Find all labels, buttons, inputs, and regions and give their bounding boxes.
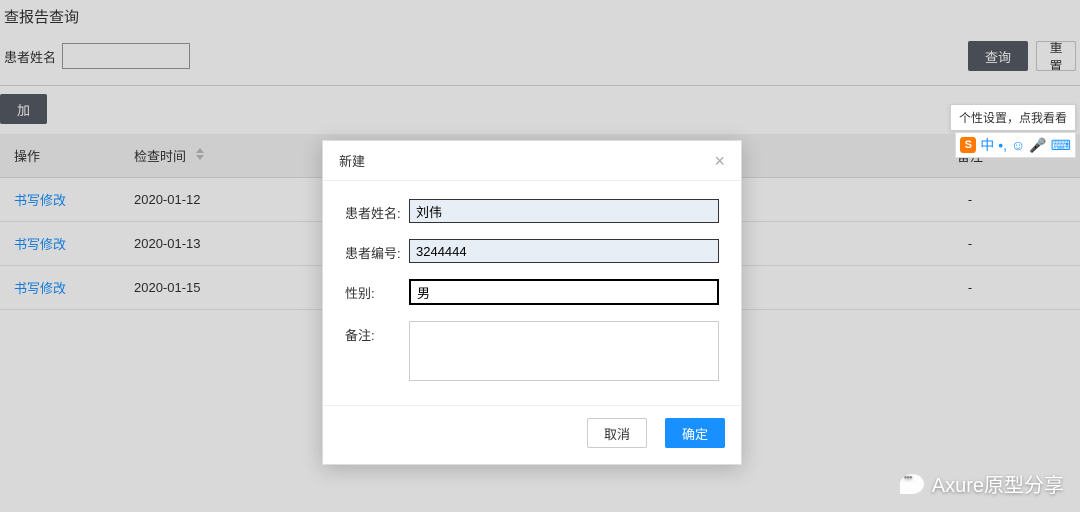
gender-input[interactable] <box>409 279 719 305</box>
emoji-icon[interactable]: ☺ <box>1011 137 1025 153</box>
modal-title: 新建 <box>339 151 365 170</box>
note-textarea[interactable] <box>409 321 719 381</box>
no-label: 患者编号: <box>345 239 409 262</box>
mic-icon[interactable]: 🎤 <box>1029 137 1046 154</box>
gender-label: 性别: <box>345 279 409 302</box>
close-icon[interactable]: × <box>714 152 725 170</box>
ok-button[interactable]: 确定 <box>665 418 725 448</box>
sogou-icon[interactable]: S <box>960 137 976 153</box>
cancel-button[interactable]: 取消 <box>587 418 647 448</box>
name-input[interactable] <box>409 199 719 223</box>
ime-lang[interactable]: 中 <box>980 135 994 155</box>
no-input[interactable] <box>409 239 719 263</box>
watermark: Axure原型分享 <box>900 469 1064 498</box>
note-label: 备注: <box>345 321 409 344</box>
punct-icon[interactable]: •, <box>998 137 1007 153</box>
ime-tooltip[interactable]: 个性设置，点我看看 <box>950 104 1076 131</box>
ime-toolbar[interactable]: S 中 •, ☺ 🎤 ⌨ <box>955 132 1076 158</box>
new-record-modal: 新建 × 患者姓名: 患者编号: 性别: 备注: 取消 确定 <box>322 140 742 465</box>
keyboard-icon[interactable]: ⌨ <box>1051 137 1071 154</box>
name-label: 患者姓名: <box>345 199 409 222</box>
wechat-icon <box>900 474 924 494</box>
